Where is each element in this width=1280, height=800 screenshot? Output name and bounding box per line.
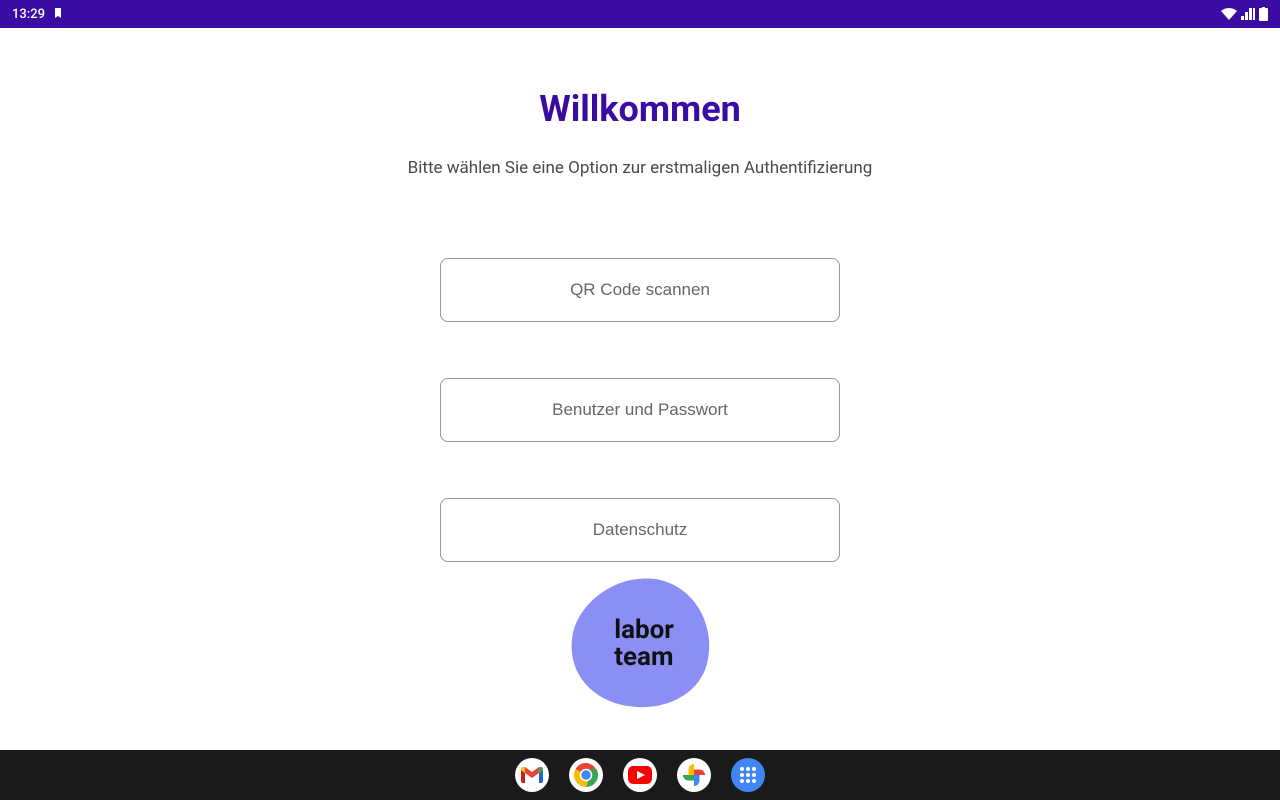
gmail-app-icon[interactable]	[515, 758, 549, 792]
qr-scan-button[interactable]: QR Code scannen	[440, 258, 840, 322]
notification-icon	[53, 8, 63, 20]
user-password-button[interactable]: Benutzer und Passwort	[440, 378, 840, 442]
brand-logo: labor team	[560, 574, 720, 714]
logo-line2: team	[614, 644, 674, 671]
main-content: Willkommen Bitte wählen Sie eine Option …	[0, 28, 1280, 714]
page-title: Willkommen	[539, 88, 741, 130]
privacy-label: Datenschutz	[593, 520, 688, 540]
wifi-icon	[1221, 8, 1237, 20]
qr-scan-label: QR Code scannen	[570, 280, 710, 300]
logo-text: labor team	[606, 617, 674, 672]
photos-app-icon[interactable]	[677, 758, 711, 792]
chrome-app-icon[interactable]	[569, 758, 603, 792]
status-bar: 13:29	[0, 0, 1280, 28]
apps-drawer-icon[interactable]	[731, 758, 765, 792]
navigation-bar	[0, 750, 1280, 800]
logo-line1: labor	[614, 617, 674, 644]
status-bar-right	[1221, 7, 1268, 21]
privacy-button[interactable]: Datenschutz	[440, 498, 840, 562]
status-bar-left: 13:29	[12, 7, 63, 22]
youtube-app-icon[interactable]	[623, 758, 657, 792]
signal-icon	[1241, 8, 1255, 20]
user-password-label: Benutzer und Passwort	[552, 400, 728, 420]
battery-icon	[1259, 7, 1268, 21]
status-time: 13:29	[12, 7, 45, 22]
page-subtitle: Bitte wählen Sie eine Option zur erstmal…	[408, 158, 873, 178]
